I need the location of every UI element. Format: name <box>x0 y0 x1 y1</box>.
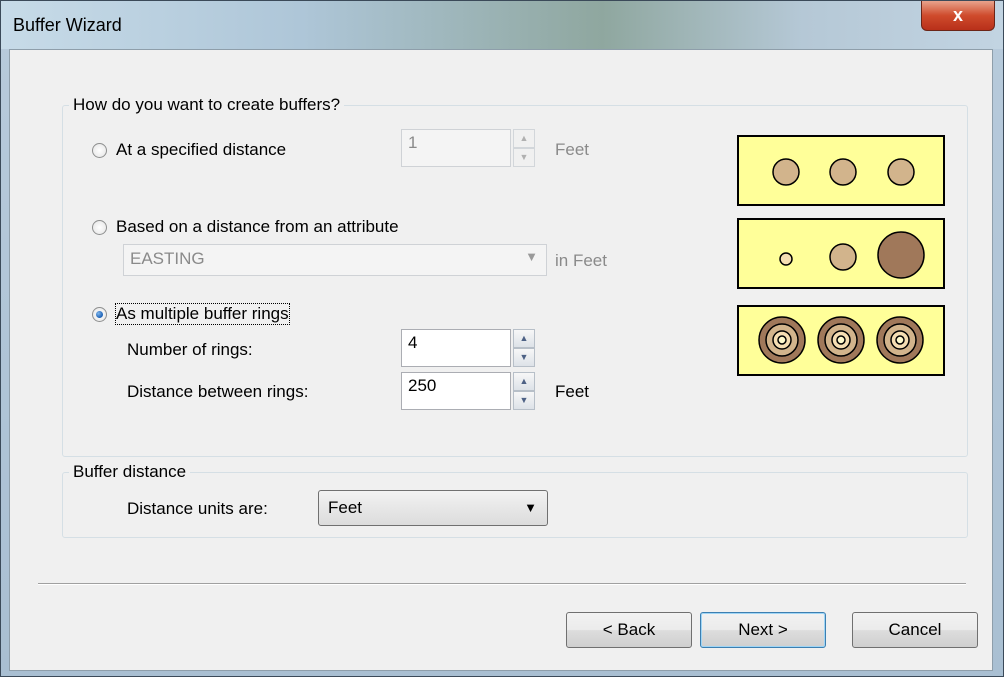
spin-up-icon[interactable]: ▲ <box>513 329 535 348</box>
distance-between-rings-spinner: 250 ▲ ▼ <box>401 372 535 410</box>
close-button[interactable]: x <box>921 1 995 31</box>
preview-varied-circles-icon <box>779 231 925 279</box>
distance-between-rings-label: Distance between rings: <box>127 382 309 401</box>
distance-between-rings-spin-buttons: ▲ ▼ <box>513 372 535 410</box>
window-title: Buffer Wizard <box>13 15 122 35</box>
radio-specified-distance-indicator[interactable] <box>92 142 107 158</box>
number-of-rings-spin-buttons: ▲ ▼ <box>513 329 535 367</box>
specified-distance-unit: Feet <box>555 140 590 159</box>
dropdown-arrow-icon: ▼ <box>524 500 537 515</box>
radio-attribute-distance-indicator[interactable] <box>92 219 107 235</box>
number-of-rings-label: Number of rings: <box>127 340 253 359</box>
cancel-button[interactable]: Cancel <box>852 612 978 648</box>
radio-multiple-rings-indicator[interactable] <box>92 306 107 322</box>
attribute-unit: in Feet <box>555 251 607 270</box>
radio-attribute-distance[interactable]: Based on a distance from an attribute <box>92 217 399 237</box>
radio-specified-distance-label: At a specified distance <box>116 140 287 159</box>
spin-down-icon: ▼ <box>513 148 535 167</box>
distance-units-select[interactable]: Feet ▼ <box>318 490 548 526</box>
preview-equal-circles-icon <box>772 158 915 186</box>
spin-down-icon[interactable]: ▼ <box>513 391 535 410</box>
distance-units-label: Distance units are: <box>127 499 268 518</box>
title-bar[interactable]: Buffer Wizard x <box>1 1 1003 49</box>
spin-down-icon[interactable]: ▼ <box>513 348 535 367</box>
preview-multiple-rings <box>737 305 945 376</box>
buffer-distance-group-title: Buffer distance <box>69 462 191 482</box>
distance-between-rings-unit: Feet <box>555 382 590 401</box>
specified-distance-input: 1 <box>401 129 511 167</box>
specified-distance-spin-buttons: ▲ ▼ <box>513 129 535 167</box>
spin-up-icon: ▲ <box>513 129 535 148</box>
distance-units-value: Feet <box>328 498 363 517</box>
radio-attribute-distance-label: Based on a distance from an attribute <box>116 217 399 236</box>
dropdown-arrow-icon: ▼ <box>525 249 538 264</box>
radio-multiple-rings[interactable]: As multiple buffer rings <box>92 303 290 325</box>
number-of-rings-spinner: 4 ▲ ▼ <box>401 329 535 367</box>
spin-up-icon[interactable]: ▲ <box>513 372 535 391</box>
dialog-window: Buffer Wizard x How do you want to creat… <box>0 0 1004 677</box>
specified-distance-spinner: 1 ▲ ▼ <box>401 129 535 167</box>
preview-ring-circles-icon <box>758 316 924 364</box>
number-of-rings-input[interactable]: 4 <box>401 329 511 367</box>
preview-attribute-distance <box>737 218 945 289</box>
close-icon: x <box>952 5 963 25</box>
separator <box>38 583 966 585</box>
dialog-body: How do you want to create buffers? At a … <box>9 49 993 671</box>
create-buffers-group-title: How do you want to create buffers? <box>69 95 345 115</box>
attribute-field-value: EASTING <box>130 249 205 268</box>
preview-specified-distance <box>737 135 945 206</box>
next-button[interactable]: Next > <box>700 612 826 648</box>
attribute-field-select: EASTING ▼ <box>123 244 547 276</box>
radio-multiple-rings-label: As multiple buffer rings <box>115 303 290 325</box>
radio-specified-distance[interactable]: At a specified distance <box>92 140 286 160</box>
back-button[interactable]: < Back <box>566 612 692 648</box>
distance-between-rings-input[interactable]: 250 <box>401 372 511 410</box>
